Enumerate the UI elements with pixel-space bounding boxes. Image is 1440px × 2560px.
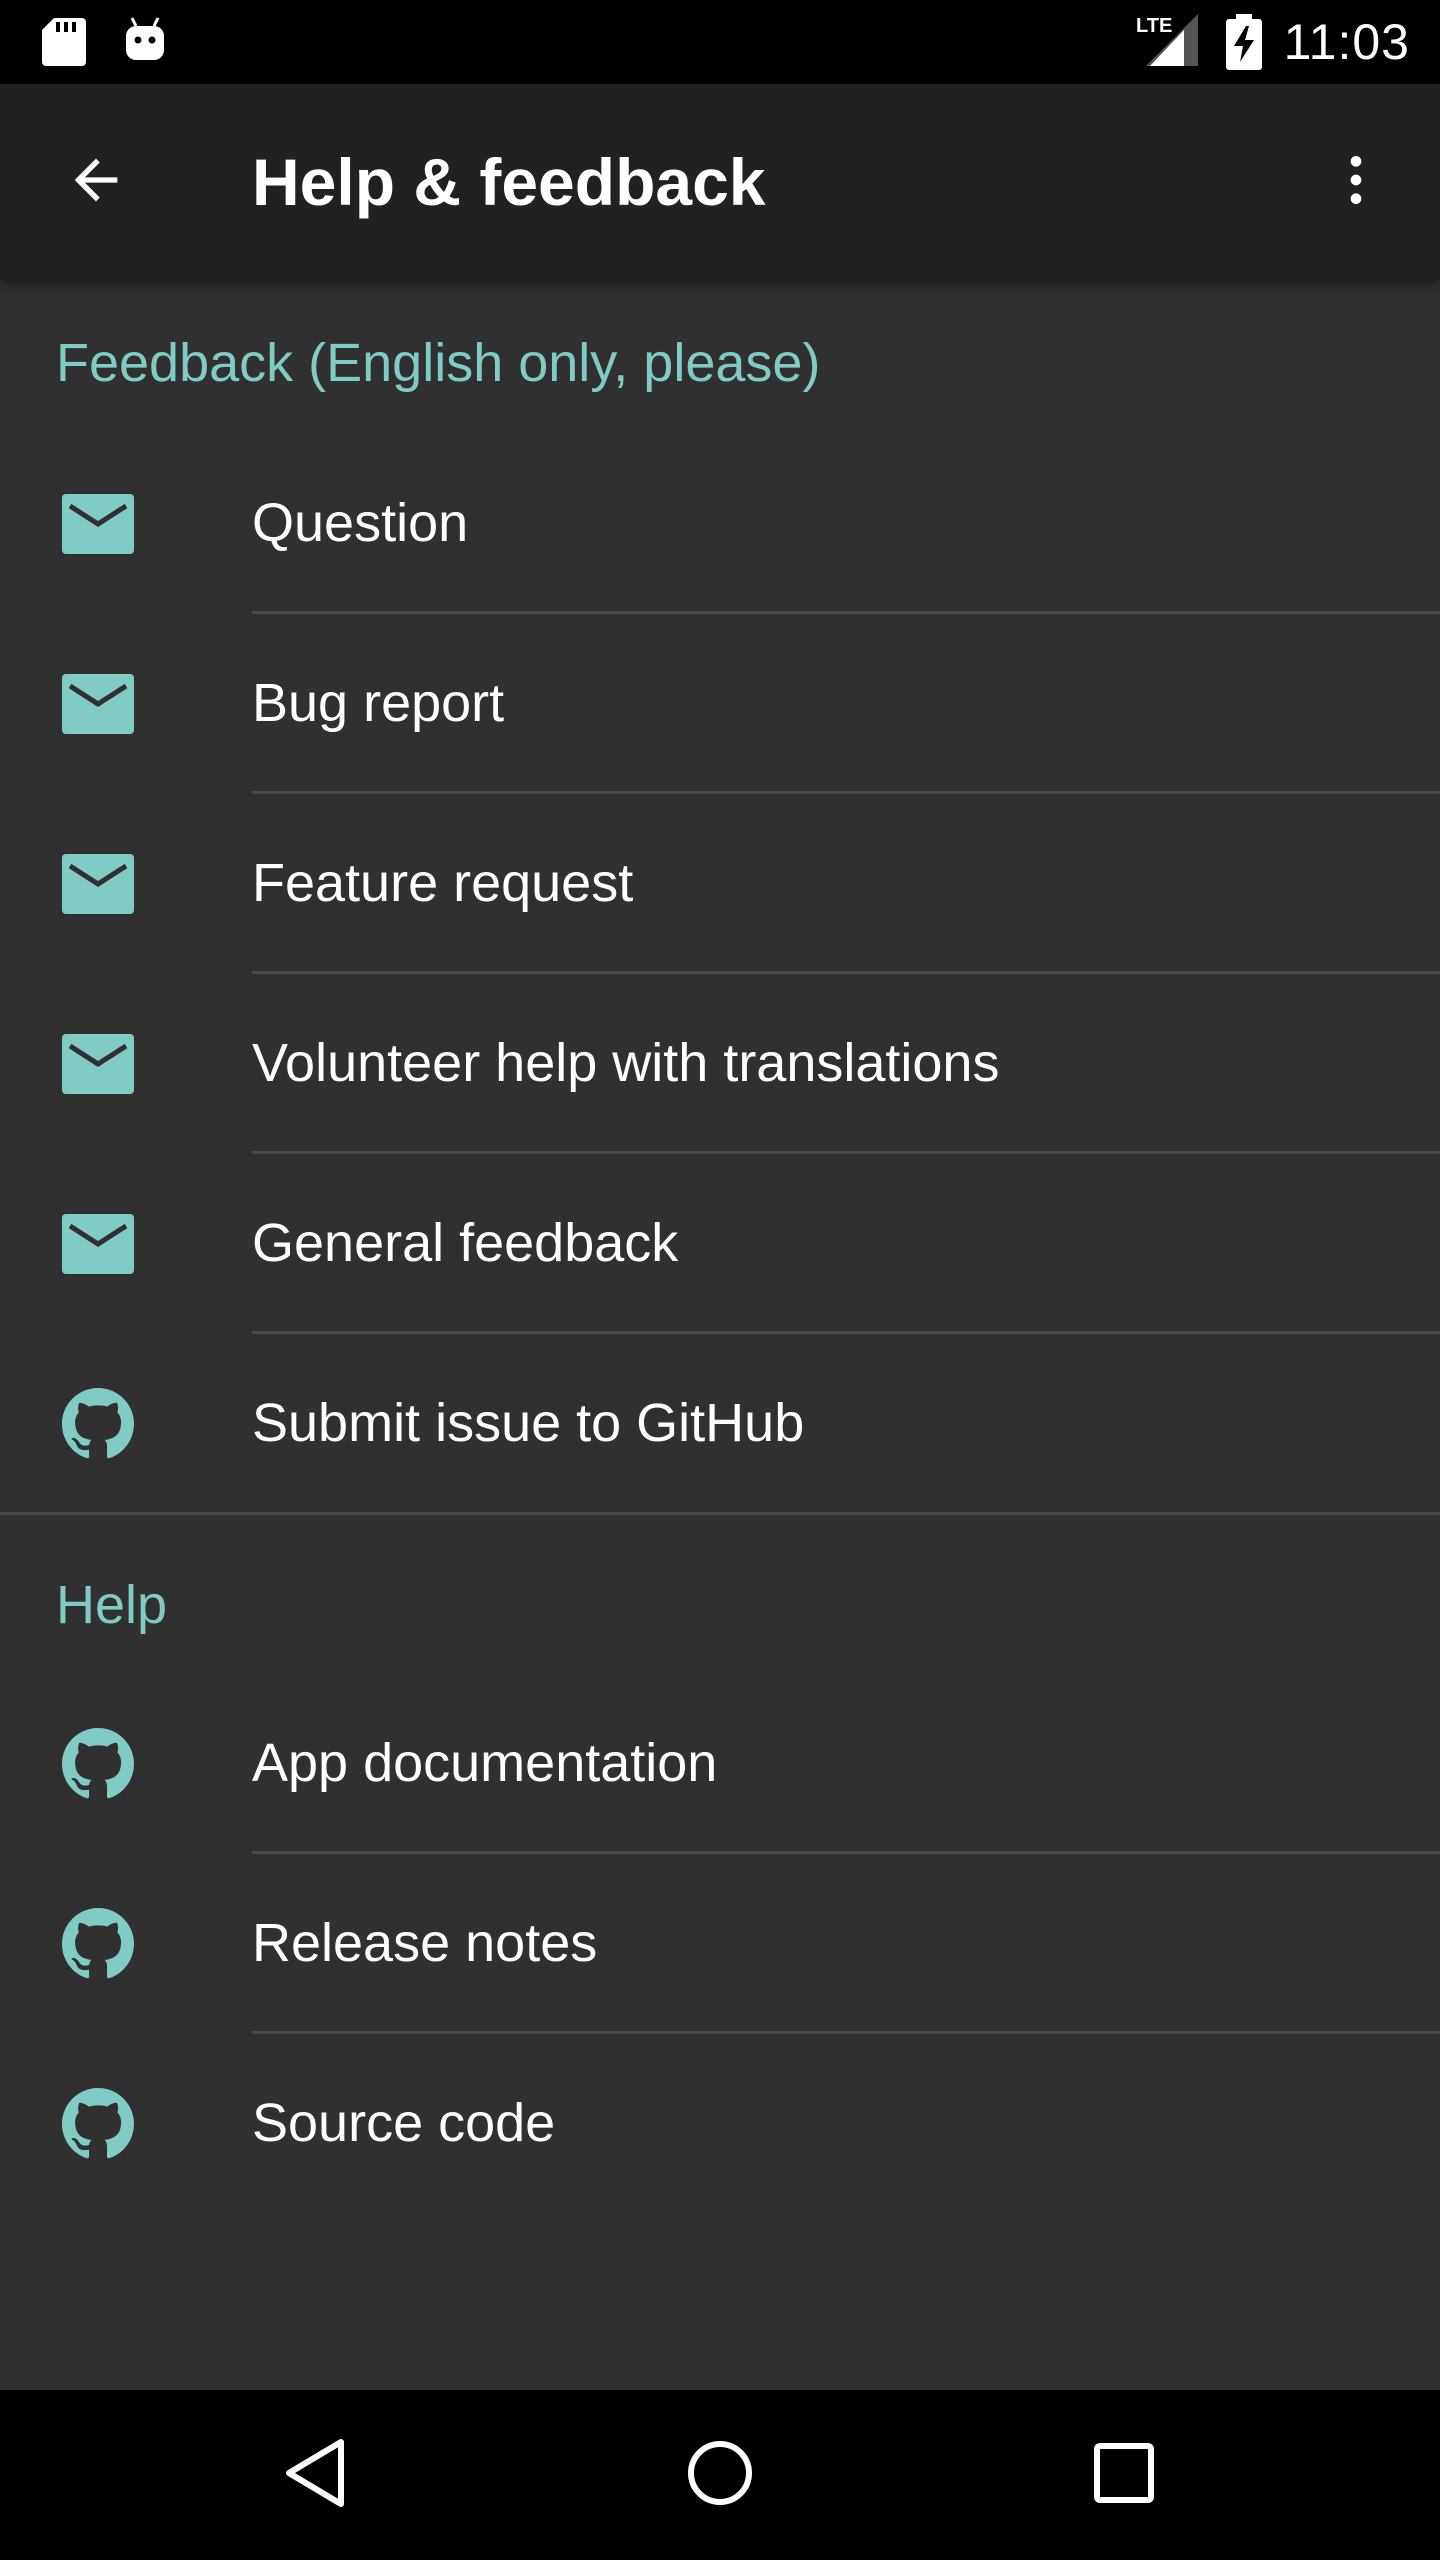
github-icon bbox=[62, 1388, 134, 1460]
list-item-label: App documentation bbox=[252, 1733, 718, 1793]
lte-label: LTE bbox=[1136, 15, 1172, 37]
email-icon bbox=[62, 668, 134, 740]
list-item-submit-github-issue[interactable]: Submit issue to GitHub bbox=[0, 1332, 1440, 1512]
preferences-list: Feedback (English only, please) Question… bbox=[0, 280, 1440, 2390]
overflow-menu-button[interactable] bbox=[1308, 134, 1404, 230]
list-item-label: General feedback bbox=[252, 1213, 679, 1273]
more-vert-icon bbox=[1324, 148, 1388, 217]
email-icon bbox=[62, 488, 134, 560]
email-icon bbox=[62, 1028, 134, 1100]
list-item-release-notes[interactable]: Release notes bbox=[0, 1852, 1440, 2034]
list-item-label: Submit issue to GitHub bbox=[252, 1393, 805, 1453]
section-header-help: Help bbox=[56, 1575, 168, 1635]
nav-recents-button[interactable] bbox=[1074, 2425, 1174, 2525]
github-icon bbox=[62, 2088, 134, 2160]
list-item-label: Bug report bbox=[252, 673, 505, 733]
list-item-bug-report[interactable]: Bug report bbox=[0, 612, 1440, 794]
android-debug-icon bbox=[124, 16, 166, 67]
arrow-back-icon bbox=[64, 148, 128, 217]
list-item-question[interactable]: Question bbox=[0, 432, 1440, 614]
list-item-label: Feature request bbox=[252, 853, 634, 913]
battery-charging-icon bbox=[1226, 14, 1262, 75]
list-item-general-feedback[interactable]: General feedback bbox=[0, 1152, 1440, 1334]
sd-card-icon bbox=[42, 18, 86, 71]
list-item-feature-request[interactable]: Feature request bbox=[0, 792, 1440, 974]
system-navigation-bar bbox=[0, 2390, 1440, 2560]
section-divider bbox=[0, 1512, 1440, 1515]
list-item-source-code[interactable]: Source code bbox=[0, 2032, 1440, 2212]
list-item-label: Source code bbox=[252, 2093, 556, 2153]
status-bar: LTE 11:03 bbox=[0, 0, 1440, 84]
lte-signal-icon: LTE bbox=[1136, 12, 1202, 73]
nav-back-icon bbox=[281, 2436, 351, 2515]
list-item-label: Volunteer help with translations bbox=[252, 1033, 1000, 1093]
nav-home-button[interactable] bbox=[670, 2425, 770, 2525]
nav-home-icon bbox=[685, 2438, 755, 2513]
list-item-translations[interactable]: Volunteer help with translations bbox=[0, 972, 1440, 1154]
email-icon bbox=[62, 848, 134, 920]
list-item-app-documentation[interactable]: App documentation bbox=[0, 1672, 1440, 1854]
github-icon bbox=[62, 1728, 134, 1800]
page-title: Help & feedback bbox=[252, 145, 766, 219]
app-bar: Help & feedback bbox=[0, 84, 1440, 280]
back-button[interactable] bbox=[48, 134, 144, 230]
nav-recents-icon bbox=[1093, 2442, 1155, 2509]
github-icon bbox=[62, 1908, 134, 1980]
list-item-label: Release notes bbox=[252, 1913, 598, 1973]
status-clock: 11:03 bbox=[1283, 14, 1410, 70]
help-feedback-screen: LTE 11:03 Help & feedback Feedback (Engl… bbox=[0, 0, 1440, 2560]
email-icon bbox=[62, 1208, 134, 1280]
list-item-label: Question bbox=[252, 493, 469, 553]
section-header-feedback: Feedback (English only, please) bbox=[56, 333, 821, 393]
nav-back-button[interactable] bbox=[266, 2425, 366, 2525]
